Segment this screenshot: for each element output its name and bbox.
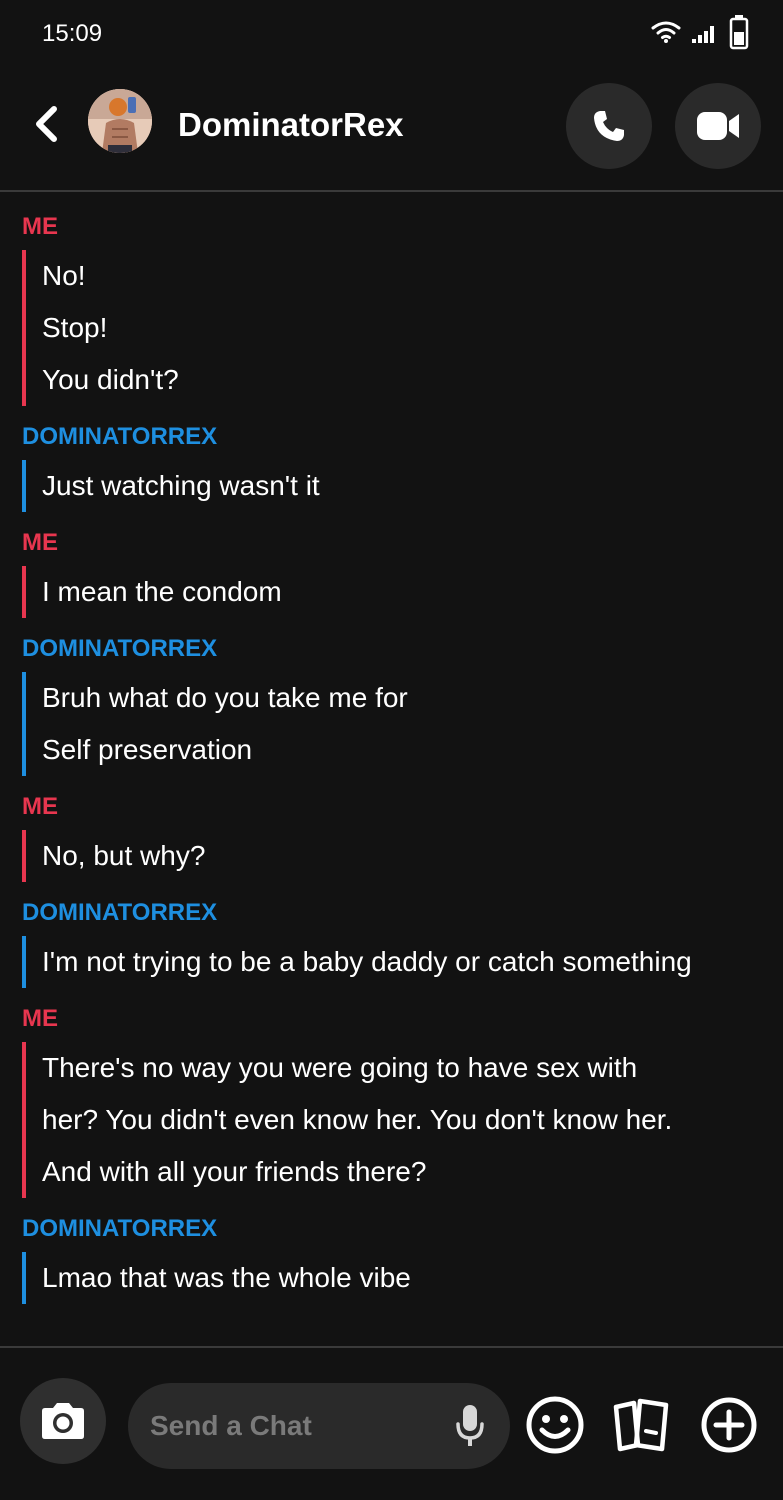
avatar[interactable]	[88, 89, 152, 153]
plus-button[interactable]	[698, 1394, 760, 1456]
message-line[interactable]: Stop!	[42, 302, 783, 354]
back-button[interactable]	[26, 102, 66, 146]
message-line[interactable]: Just watching wasn't it	[42, 460, 783, 512]
sender-label: DOMINATORREX	[22, 635, 218, 662]
phone-icon	[594, 111, 624, 141]
cards-button[interactable]	[610, 1394, 672, 1456]
voice-call-button[interactable]	[566, 83, 652, 169]
mic-button[interactable]	[452, 1401, 488, 1451]
status-icons	[651, 14, 749, 50]
message-lines: Lmao that was the whole vibe	[22, 1252, 783, 1304]
chat-composer	[0, 1346, 783, 1500]
chevron-left-icon	[36, 106, 57, 142]
signal-icon	[692, 26, 714, 43]
sender-label: ME	[22, 793, 58, 820]
sender-label: ME	[22, 213, 58, 240]
camera-button[interactable]	[20, 1378, 106, 1464]
smiley-icon	[526, 1396, 584, 1454]
message-group: DOMINATORREX Lmao that was the whole vib…	[0, 1214, 783, 1304]
status-bar: 15:09	[0, 0, 783, 68]
message-lines: No! Stop! You didn't?	[22, 250, 783, 406]
chat-header: DominatorRex	[0, 68, 783, 192]
message-group: ME No! Stop! You didn't?	[0, 212, 783, 406]
emoji-button[interactable]	[524, 1394, 586, 1456]
cards-icon	[613, 1398, 669, 1452]
sender-label: ME	[22, 1005, 58, 1032]
message-group: ME No, but why?	[0, 792, 783, 882]
message-line[interactable]: You didn't?	[42, 354, 783, 406]
camera-icon	[42, 1403, 84, 1439]
chat-screen: 15:09 DominatorRex ME No! Stop! You didn…	[0, 0, 783, 1500]
message-group: ME There's no way you were going to have…	[0, 1004, 783, 1198]
chat-messages: ME No! Stop! You didn't? DOMINATORREX Ju…	[0, 194, 783, 1344]
contact-name[interactable]: DominatorRex	[178, 106, 404, 144]
message-lines: Bruh what do you take me for Self preser…	[22, 672, 783, 776]
message-lines: I'm not trying to be a baby daddy or cat…	[22, 936, 783, 988]
message-group: DOMINATORREX I'm not trying to be a baby…	[0, 898, 783, 988]
message-line[interactable]: I mean the condom	[42, 566, 783, 618]
plus-circle-icon	[701, 1397, 757, 1453]
message-line[interactable]: No!	[42, 250, 783, 302]
message-line[interactable]: There's no way you were going to have se…	[42, 1042, 783, 1094]
microphone-icon	[456, 1405, 484, 1446]
message-line[interactable]: Bruh what do you take me for	[42, 672, 783, 724]
battery-icon	[729, 15, 749, 50]
message-line[interactable]: her? You didn't even know her. You don't…	[42, 1094, 783, 1146]
message-lines: Just watching wasn't it	[22, 460, 783, 512]
video-camera-icon	[697, 112, 739, 140]
sender-label: DOMINATORREX	[22, 423, 218, 450]
message-lines: No, but why?	[22, 830, 783, 882]
sender-label: ME	[22, 529, 58, 556]
video-call-button[interactable]	[675, 83, 761, 169]
message-line[interactable]: Self preservation	[42, 724, 783, 776]
message-lines: I mean the condom	[22, 566, 783, 618]
status-time: 15:09	[42, 20, 103, 47]
chat-input[interactable]	[150, 1383, 440, 1469]
message-lines: There's no way you were going to have se…	[22, 1042, 783, 1198]
message-line[interactable]: No, but why?	[42, 830, 783, 882]
sender-label: DOMINATORREX	[22, 899, 218, 926]
message-line[interactable]: I'm not trying to be a baby daddy or cat…	[42, 936, 783, 988]
sender-label: DOMINATORREX	[22, 1215, 218, 1242]
message-group: ME I mean the condom	[0, 528, 783, 618]
message-line[interactable]: Lmao that was the whole vibe	[42, 1252, 783, 1304]
wifi-icon	[651, 21, 681, 43]
message-group: DOMINATORREX Bruh what do you take me fo…	[0, 634, 783, 776]
message-group: DOMINATORREX Just watching wasn't it	[0, 422, 783, 512]
message-line[interactable]: And with all your friends there?	[42, 1146, 783, 1198]
chat-input-wrapper	[128, 1383, 510, 1469]
avatar-image	[88, 89, 152, 153]
